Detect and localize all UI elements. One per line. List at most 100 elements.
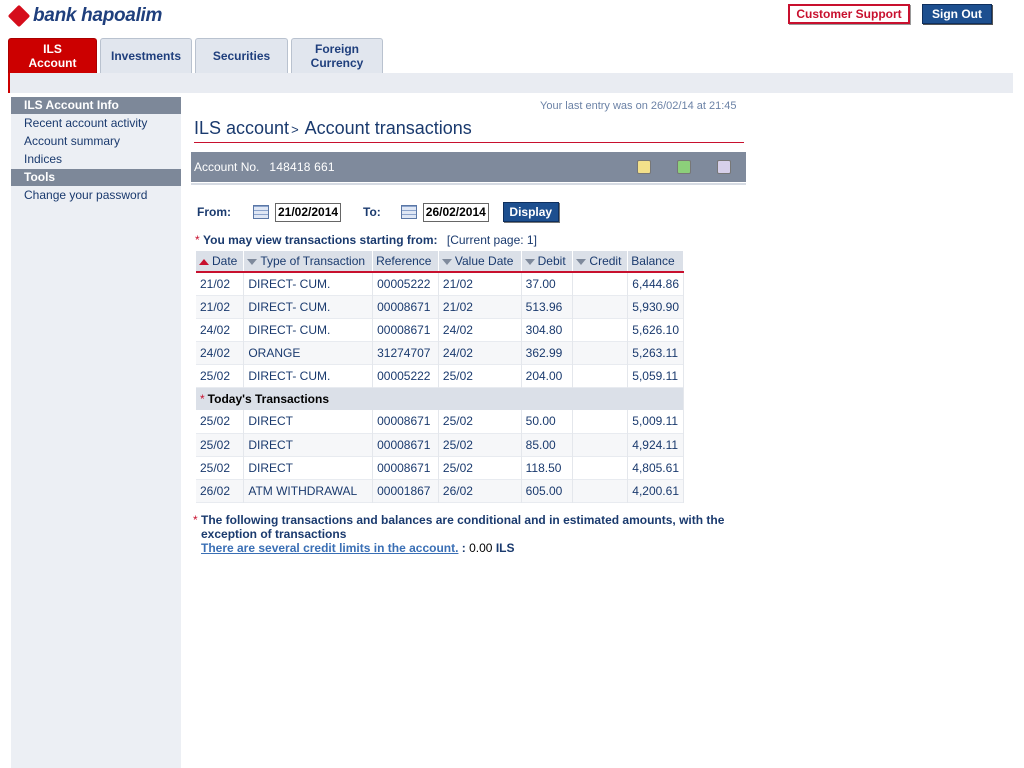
cell-date: 21/02 [196, 295, 245, 318]
account-number-value: 148418 661 [269, 160, 335, 174]
tab-securities[interactable]: Securities [195, 38, 288, 73]
sign-out-button[interactable]: Sign Out [922, 4, 992, 24]
cell-credit [572, 272, 629, 295]
table-row: 24/02 ORANGE 31274707 24/02 362.99 5,263.11 [196, 341, 684, 364]
sort-asc-icon [199, 259, 209, 265]
col-type[interactable]: Type of Transaction [243, 251, 374, 272]
cell-type: DIRECT- CUM. [243, 318, 374, 341]
to-date-input[interactable] [422, 202, 489, 222]
calendar-icon[interactable] [400, 205, 417, 219]
cell-debit: 304.80 [521, 318, 574, 341]
customer-support-button[interactable]: Customer Support [788, 4, 910, 24]
cell-balance: 5,626.10 [627, 318, 684, 341]
title-divider [194, 142, 744, 143]
table-row: 25/02 DIRECT- CUM. 00005222 25/02 204.00 5,05… [196, 364, 684, 387]
sidebar-item-recent-activity[interactable]: Recent account activity [11, 114, 181, 132]
col-value-date[interactable]: Value Date [438, 251, 522, 272]
sidebar-section-ils-account-info: ILS Account Info [11, 97, 181, 114]
cell-type: DIRECT- CUM. [243, 272, 374, 295]
breadcrumb-separator: > [291, 122, 299, 137]
from-date-input[interactable] [275, 202, 341, 222]
sidebar: ILS Account Info Recent account activity… [11, 97, 181, 768]
breadcrumb-parent[interactable]: ILS account [194, 118, 289, 138]
cell-credit [572, 410, 629, 433]
date-range-form: From: To: Display [197, 202, 559, 222]
col-balance: Balance [627, 251, 684, 272]
tab-label: Currency [310, 56, 364, 70]
cell-date: 25/02 [196, 364, 245, 387]
cell-value-date: 21/02 [438, 295, 522, 318]
cell-credit [572, 456, 629, 479]
sidebar-item-change-password[interactable]: Change your password [11, 186, 181, 204]
sort-icon [247, 259, 258, 265]
col-date[interactable]: Date [196, 251, 245, 272]
sidebar-section-tools: Tools [11, 169, 181, 186]
cell-type: DIRECT- CUM. [243, 295, 374, 318]
view-note: * You may view transactions starting fro… [195, 233, 537, 247]
cell-date: 24/02 [196, 341, 245, 364]
cell-date: 25/02 [196, 433, 245, 456]
cell-value-date: 25/02 [438, 410, 522, 433]
tab-ils-account[interactable]: ILS Account [8, 38, 97, 73]
colon: : [461, 541, 466, 555]
cell-date: 21/02 [196, 272, 245, 295]
transactions-table: Date Type of Transaction Reference Value… [196, 251, 684, 503]
currency-label: ILS [495, 541, 515, 555]
tab-label: Account [28, 56, 77, 70]
sidebar-item-account-summary[interactable]: Account summary [11, 132, 181, 150]
account-bar: Account No. 148418 661 [191, 152, 746, 182]
calculator-icon[interactable] [717, 160, 731, 174]
calendar-icon[interactable] [253, 205, 269, 219]
tab-label: Investments [110, 49, 182, 63]
col-credit[interactable]: Credit [572, 251, 629, 272]
col-reference: Reference [372, 251, 439, 272]
logo-text: bank hapoalim [33, 5, 163, 26]
col-debit[interactable]: Debit [521, 251, 574, 272]
bank-logo[interactable]: bank hapoalim [7, 4, 163, 28]
cell-type: DIRECT- CUM. [243, 364, 374, 387]
footnote: * The following transactions and balance… [193, 513, 753, 555]
cell-debit: 204.00 [521, 364, 574, 387]
excel-icon[interactable] [677, 160, 691, 174]
cell-balance: 5,059.11 [627, 364, 684, 387]
last-entry-info: Your last entry was on 26/02/14 at 21:45 [540, 100, 737, 112]
account-bar-underline [191, 183, 746, 185]
cell-debit: 50.00 [521, 410, 574, 433]
table-header-row: Date Type of Transaction Reference Value… [196, 251, 684, 272]
print-icon[interactable] [637, 160, 651, 174]
display-button[interactable]: Display [502, 202, 559, 222]
credit-limits-link[interactable]: There are several credit limits in the a… [201, 541, 458, 555]
sort-icon [524, 259, 535, 265]
cell-balance: 6,444.86 [627, 272, 684, 295]
cell-balance: 4,200.61 [627, 479, 684, 502]
cell-value-date: 25/02 [438, 433, 522, 456]
asterisk: * [193, 513, 198, 527]
tab-investments[interactable]: Investments [100, 38, 192, 73]
bank-page: bank hapoalim Customer Support Sign Out … [0, 0, 1024, 768]
cell-reference: 00008671 [372, 433, 439, 456]
page-title: ILS account > Account transactions [194, 118, 472, 139]
from-label: From: [197, 205, 231, 219]
table-row: 25/02 DIRECT 00008671 25/02 50.00 5,009.11 [196, 410, 684, 433]
cell-debit: 605.00 [521, 479, 574, 502]
cell-credit [572, 433, 629, 456]
cell-date: 25/02 [196, 456, 245, 479]
cell-reference: 00008671 [372, 456, 439, 479]
cell-reference: 31274707 [372, 341, 439, 364]
table-row: 25/02 DIRECT 00008671 25/02 118.50 4,805.61 [196, 456, 684, 479]
table-row: 25/02 DIRECT 00008671 25/02 85.00 4,924.11 [196, 433, 684, 456]
cell-type: DIRECT [243, 433, 374, 456]
cell-date: 24/02 [196, 318, 245, 341]
section-label: * Today's Transactions [196, 387, 684, 410]
cell-credit [572, 479, 629, 502]
table-row: 24/02 DIRECT- CUM. 00008671 24/02 304.80 5,62… [196, 318, 684, 341]
section-row-today: * Today's Transactions [196, 387, 684, 410]
sidebar-item-indices[interactable]: Indices [11, 150, 181, 168]
cell-reference: 00008671 [372, 318, 439, 341]
cell-debit: 513.96 [521, 295, 574, 318]
cell-balance: 5,930.90 [627, 295, 684, 318]
tab-foreign-currency[interactable]: Foreign Currency [291, 38, 383, 73]
footnote-line1: The following transactions and balances … [201, 513, 725, 527]
table-body: 21/02 DIRECT- CUM. 00005222 21/02 37.00 6,444… [196, 272, 684, 502]
cell-balance: 4,805.61 [627, 456, 684, 479]
